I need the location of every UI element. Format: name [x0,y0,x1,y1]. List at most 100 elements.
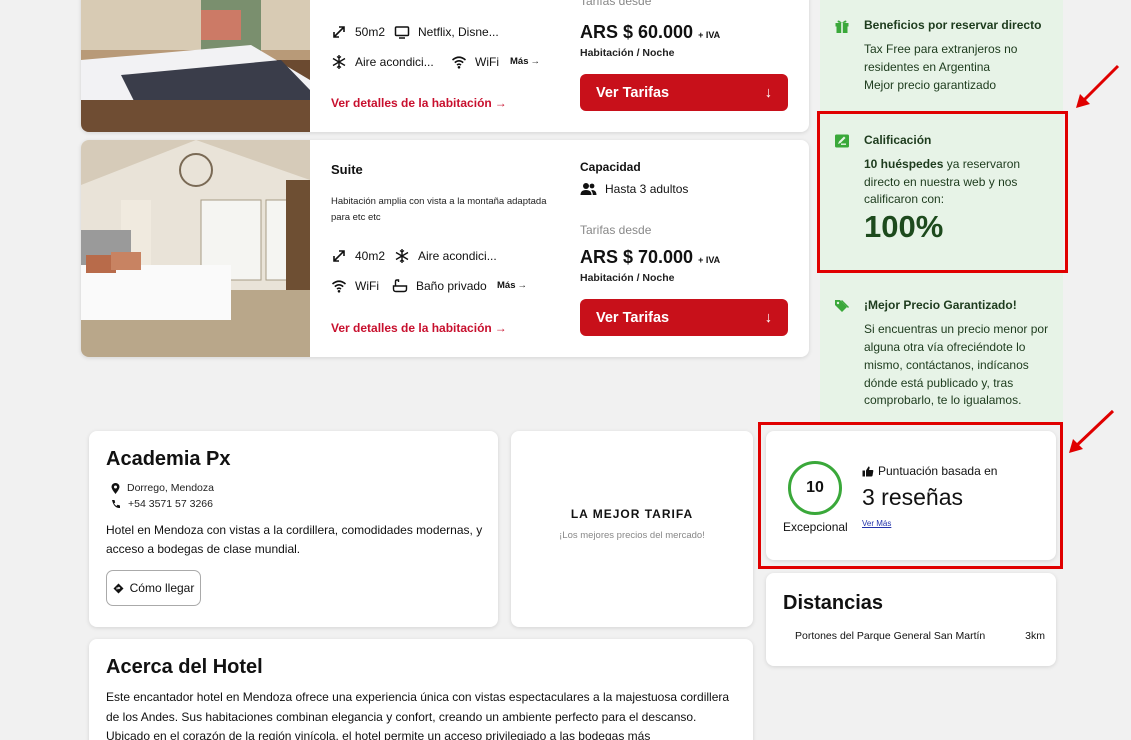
room-feature-label: Aire acondici... [418,249,497,263]
more-label: Más [497,280,516,291]
room-description: Habitación amplia con vista a la montaña… [331,196,547,223]
benefits-line: Tax Free para extranjeros no [864,42,1018,56]
about-hotel-card: Acerca del Hotel Este encantador hotel e… [89,639,753,740]
capacity-value: Hasta 3 adultos [580,182,688,196]
room-photo[interactable] [81,0,310,132]
room-feature-label: Netflix, Disne... [418,25,499,39]
best-price-line: mismo, contáctanos, indícanos [864,358,1029,372]
tax-label: + IVA [698,255,721,265]
price-value: ARS $ 60.000 [580,22,694,42]
tax-label: + IVA [698,30,721,40]
room-details-label: Ver detalles de la habitación [331,321,492,335]
view-rates-label: Ver Tarifas [596,309,670,326]
hotel-phone[interactable]: +54 3571 57 3266 [111,498,213,510]
distances-title: Distancias [783,592,884,614]
room-photo[interactable] [81,140,310,357]
room-feature: Baño privado [392,278,487,294]
room-feature: WiFi [331,278,379,294]
room-feature-label: 40m2 [355,249,386,263]
best-price-line: alguna otra vía ofreciéndote lo [864,340,1026,354]
score-label: Excepcional [783,520,848,534]
best-price-line: dónde está publicado y, tras [864,376,1014,390]
arrow-right-icon: → [530,56,540,67]
annotation-arrow-icon [1069,409,1115,453]
room-card-1: 50m2 Netflix, Disne... Aire acondici... … [81,0,809,132]
capacity-label: Hasta 3 adultos [605,182,689,196]
room-feature-label: WiFi [475,55,499,69]
distance-value: 3km [1025,630,1045,642]
arrow-right-icon: → [517,280,527,291]
tag-icon [835,300,849,312]
thumbs-up-icon [862,466,874,476]
room-price: ARS $ 70.000 + IVA [580,247,720,268]
room-price: ARS $ 60.000 + IVA [580,22,720,43]
arrow-down-icon: ↓ [764,84,772,101]
room-card-2: Suite Habitación amplia con vista a la m… [81,140,809,357]
rates-from-label: Tarifas desde [580,223,652,237]
phone-icon [112,500,120,509]
distance-place: Portones del Parque General San Martín [795,630,986,642]
best-price-line: Si encuentras un precio menor por [864,322,1049,336]
arrow-right-icon: → [494,96,507,110]
best-price-line: comprobarlo, te lo igualamos. [864,393,1022,407]
view-rates-button[interactable]: Ver Tarifas ↓ [580,299,788,336]
more-label: Más [510,56,529,67]
benefits-line: Mejor precio garantizado [864,78,997,92]
price-value: ARS $ 70.000 [580,247,694,267]
ac-icon [395,249,409,263]
room-feature-label: Baño privado [416,279,487,293]
ac-icon [332,55,346,69]
more-features-link[interactable]: Más → [510,56,540,67]
hotel-description: Hotel en Mendoza con vistas a la cordill… [106,523,483,556]
room-feature: Aire acondici... [394,248,497,264]
best-rate-subtitle: ¡Los mejores precios del mercado! [559,530,705,541]
see-more-reviews-link[interactable]: Ver Más [862,519,891,528]
room-feature: 40m2 [331,248,385,264]
people-icon [580,183,597,195]
hotel-name: Academia Px [106,448,231,470]
benefits-line: residentes en Argentina [864,60,991,74]
room-feature-label: Aire acondici... [355,55,434,69]
annotation-arrow-icon [1076,64,1120,108]
phone-label: +54 3571 57 3266 [128,498,213,510]
hotel-info-card: Academia Px Dorrego, Mendoza +54 3571 57… [89,431,498,627]
location-pin-icon [111,482,120,494]
benefits-title: Beneficios por reservar directo [864,18,1042,32]
distance-row: Portones del Parque General San Martín 3… [795,630,1045,642]
highlight-box-rating [817,111,1068,273]
hotel-address: Dorrego, Mendoza [111,482,214,494]
score-basis: Puntuación basada en [862,464,997,478]
view-rates-button[interactable]: Ver Tarifas ↓ [580,74,788,111]
room-name: Suite [331,162,363,177]
area-icon [333,26,345,38]
best-rate-title: LA MEJOR TARIFA [570,507,694,521]
more-features-link[interactable]: Más → [497,280,527,291]
room-feature: WiFi [451,54,499,70]
room-details-link[interactable]: Ver detalles de la habitación → [331,321,507,335]
gift-icon [835,20,849,33]
about-title: Acerca del Hotel [106,656,263,678]
directions-icon [113,583,124,593]
directions-button[interactable]: Cómo llegar [106,570,201,606]
address-label: Dorrego, Mendoza [127,482,214,494]
room-feature: Netflix, Disne... [394,24,499,40]
best-price-title: ¡Mejor Precio Garantizado! [864,298,1017,312]
room-feature-label: WiFi [355,279,379,293]
price-unit: Habitación / Noche [580,272,675,284]
review-count: 3 reseñas [862,484,964,510]
distances-card: Distancias Portones del Parque General S… [766,573,1056,666]
tv-icon [394,26,410,39]
capacity-title: Capacidad [580,160,641,174]
about-text: Este encantador hotel en Mendoza ofrece … [106,690,730,740]
view-rates-label: Ver Tarifas [596,84,670,101]
directions-label: Cómo llegar [129,581,195,595]
best-price-block: ¡Mejor Precio Garantizado! Si encuentras… [834,298,1059,408]
room-details-link[interactable]: Ver detalles de la habitación → [331,96,507,110]
room-feature-label: 50m2 [355,25,386,39]
wifi-icon [451,56,467,69]
room-feature: Aire acondici... [331,54,434,70]
score-badge: 10 [788,461,842,515]
room-feature: 50m2 [331,24,385,40]
arrow-down-icon: ↓ [764,309,772,326]
bath-icon [392,279,408,293]
